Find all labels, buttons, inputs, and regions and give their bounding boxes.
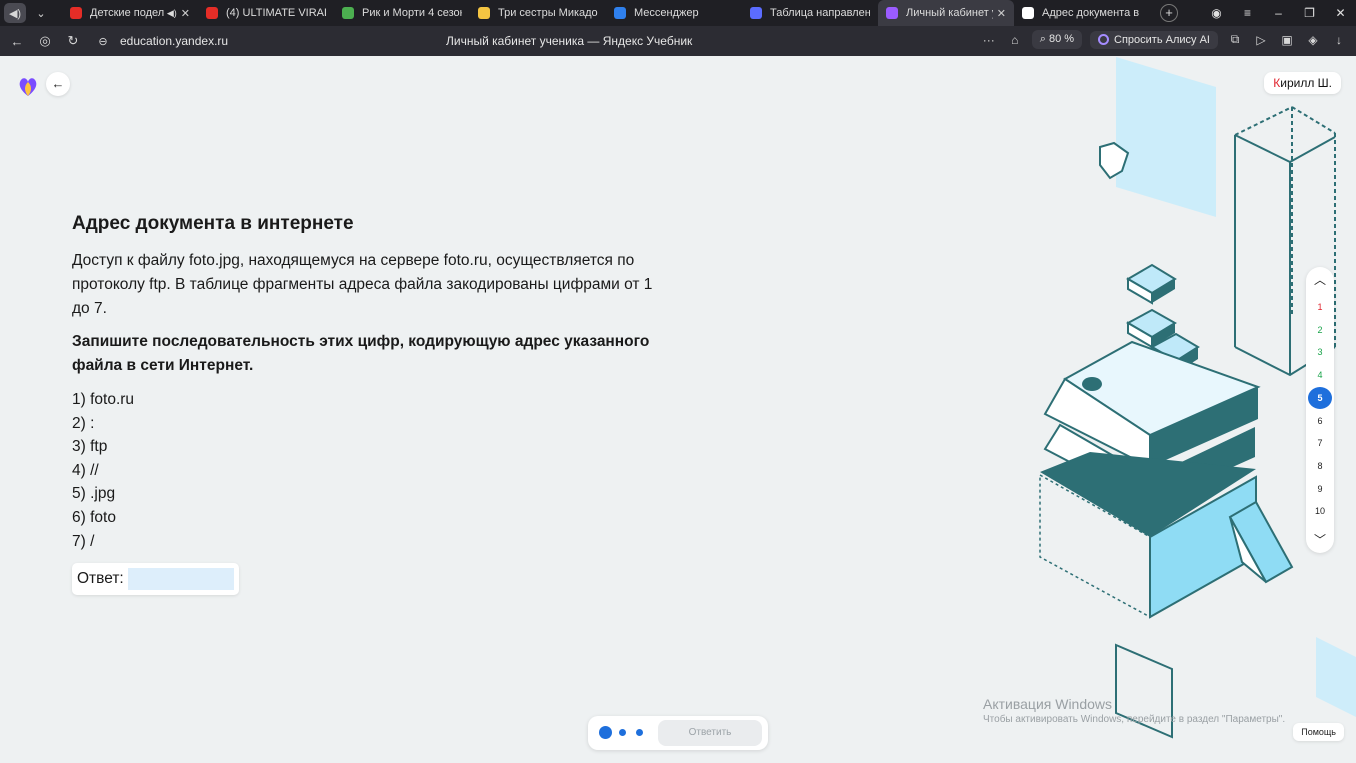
windows-activation-watermark: Активация Windows Чтобы активировать Win… xyxy=(983,696,1285,725)
yandex-uchebnik-logo[interactable] xyxy=(16,74,40,98)
browser-tab[interactable]: Личный кабинет учен ✕ xyxy=(878,0,1014,26)
tab-title: Таблица направлений xyxy=(770,7,870,19)
alice-icon xyxy=(1098,34,1110,45)
answer-box: Ответ: xyxy=(72,563,239,596)
address-bar: ← ◎ ↻ ⊖ education.yandex.ru Личный кабин… xyxy=(0,26,1356,56)
question-number-7[interactable]: 7 xyxy=(1308,432,1332,454)
bottom-controls: Ответить xyxy=(588,716,768,750)
url-field[interactable]: education.yandex.ru xyxy=(120,34,320,48)
browser-tab[interactable]: Три сестры Микадоно о xyxy=(470,0,606,26)
zoom-indicator[interactable]: ⌕ 80 % xyxy=(1031,30,1083,49)
question-number-6[interactable]: 6 xyxy=(1308,410,1332,432)
profile-icon[interactable]: ◉ xyxy=(1201,6,1232,20)
more-icon[interactable]: ··· xyxy=(980,33,998,47)
question-number-9[interactable]: 9 xyxy=(1308,478,1332,500)
tab-favicon-icon xyxy=(750,7,762,19)
tab-favicon-icon xyxy=(1022,7,1034,19)
media-icon[interactable]: ▷ xyxy=(1252,33,1270,47)
restore-icon[interactable]: ❐ xyxy=(1294,6,1325,20)
tab-favicon-icon xyxy=(206,7,218,19)
menu-icon[interactable]: ≡ xyxy=(1232,6,1263,20)
tabs-menu-chevron-icon[interactable]: ⌄ xyxy=(30,3,52,23)
browser-page-title: Личный кабинет ученика — Яндекс Учебник xyxy=(446,34,693,48)
option-item: 4) // xyxy=(72,461,99,479)
question-number-2[interactable]: 2 xyxy=(1308,319,1332,341)
minimize-icon[interactable]: – xyxy=(1263,6,1294,20)
ask-alice-label: Спросить Алису AI xyxy=(1114,33,1210,46)
tab-sound-icon[interactable]: ◀) xyxy=(167,8,177,19)
answer-input[interactable] xyxy=(127,568,234,591)
tab-close-icon[interactable]: ✕ xyxy=(997,7,1006,20)
option-item: 2) : xyxy=(72,414,95,432)
task-description: Доступ к файлу foto.jpg, находящемуся на… xyxy=(72,252,653,317)
reload-icon[interactable]: ↻ xyxy=(62,33,84,49)
browser-tab[interactable]: Мессенджер xyxy=(606,0,742,26)
tab-close-icon[interactable]: ✕ xyxy=(181,7,190,20)
user-name-rest: ирилл Ш. xyxy=(1280,76,1332,90)
question-number-4[interactable]: 4 xyxy=(1308,364,1332,386)
browser-tab[interactable]: Детские поделки◀) ✕ xyxy=(62,0,198,26)
question-number-8[interactable]: 8 xyxy=(1308,455,1332,477)
tab-favicon-icon xyxy=(886,7,898,19)
chevron-up-icon[interactable]: ︿ xyxy=(1306,271,1334,288)
close-window-icon[interactable]: ✕ xyxy=(1325,6,1356,20)
submit-answer-button[interactable]: Ответить xyxy=(658,720,762,746)
browser-tab[interactable]: (4) ULTIMATE VIRAL PHONK xyxy=(198,0,334,26)
zoom-icon: ⌕ xyxy=(1039,33,1046,45)
question-number-10[interactable]: 10 xyxy=(1308,500,1332,522)
tab-title: Адрес документа в инте xyxy=(1042,7,1142,19)
tab-title: Три сестры Микадоно о xyxy=(498,7,598,19)
step-dot-3[interactable] xyxy=(636,729,643,736)
question-navigator: ︿ 1 2 3 4 5 6 7 8 9 10 ﹀ xyxy=(1306,267,1334,553)
option-item: 1) foto.ru xyxy=(72,391,135,408)
browser-tab[interactable]: Адрес документа в инте xyxy=(1014,0,1150,26)
chevron-down-icon[interactable]: ﹀ xyxy=(1306,531,1334,548)
task-instruction: Запишите последовательность этих цифр, к… xyxy=(72,333,650,374)
browser-tab[interactable]: Таблица направлений xyxy=(742,0,878,26)
tab-title: (4) ULTIMATE VIRAL PHONK xyxy=(226,7,326,19)
shield-icon[interactable]: ◈ xyxy=(1304,33,1322,47)
tab-favicon-icon xyxy=(614,7,626,19)
protect-icon[interactable]: ◎ xyxy=(34,33,56,49)
option-item: 3) ftp xyxy=(72,438,108,456)
browser-tab[interactable]: Рик и Морти 4 сезон 10 xyxy=(334,0,470,26)
tab-favicon-icon xyxy=(70,7,82,19)
answer-label: Ответ: xyxy=(77,570,124,588)
step-dot-1[interactable] xyxy=(599,726,612,739)
tab-favicon-icon xyxy=(342,7,354,19)
tab-title: Мессенджер xyxy=(634,7,699,19)
tab-title: Рик и Морти 4 сезон 10 xyxy=(362,7,462,19)
task-title: Адрес документа в интернете xyxy=(72,213,354,234)
extensions-icon[interactable]: ⧉ xyxy=(1226,32,1244,47)
browser-tab-strip: ◀) ⌄ Детские поделки◀)✕(4) ULTIMATE VIRA… xyxy=(0,0,1356,26)
option-item: 6) foto xyxy=(72,508,116,526)
watermark-text: Чтобы активировать Windows, перейдите в … xyxy=(983,714,1286,725)
page-content: ← Кирилл Ш. Адрес документа в интернете … xyxy=(0,57,1356,763)
step-dot-2[interactable] xyxy=(619,729,626,736)
question-number-1[interactable]: 1 xyxy=(1308,296,1332,318)
collections-icon[interactable]: ▣ xyxy=(1278,33,1296,47)
option-item: 5) .jpg xyxy=(72,485,116,503)
bookmark-icon[interactable]: ⌂ xyxy=(1006,33,1024,47)
new-tab-button[interactable]: + xyxy=(1160,4,1178,22)
question-number-3[interactable]: 3 xyxy=(1308,341,1332,363)
watermark-title: Активация Windows xyxy=(983,696,1113,712)
tab-title: Детские поделки xyxy=(90,7,164,19)
task-card: Адрес документа в интернете Доступ к фай… xyxy=(72,213,672,596)
back-nav-icon[interactable]: ← xyxy=(6,34,28,49)
window-controls: ◉ ≡ – ❐ ✕ xyxy=(1201,0,1356,26)
question-number-5[interactable]: 5 xyxy=(1308,386,1332,409)
ask-alice-button[interactable]: Спросить Алису AI xyxy=(1090,30,1218,49)
user-profile-button[interactable]: Кирилл Ш. xyxy=(1264,72,1341,94)
lock-icon[interactable]: ⊖ xyxy=(92,35,114,48)
download-icon[interactable]: ↓ xyxy=(1330,33,1348,47)
sound-icon[interactable]: ◀) xyxy=(4,3,26,23)
tab-title: Личный кабинет учен xyxy=(906,7,993,19)
back-arrow-icon[interactable]: ← xyxy=(46,72,70,96)
options-list: 1) foto.ru 2) : 3) ftp 4) // 5) .jpg 6) foto 7… xyxy=(72,388,672,553)
help-button[interactable]: Помощь xyxy=(1293,723,1344,741)
option-item: 7) / xyxy=(72,532,95,550)
tab-favicon-icon xyxy=(478,7,490,19)
zoom-value: 80 % xyxy=(1048,33,1075,45)
